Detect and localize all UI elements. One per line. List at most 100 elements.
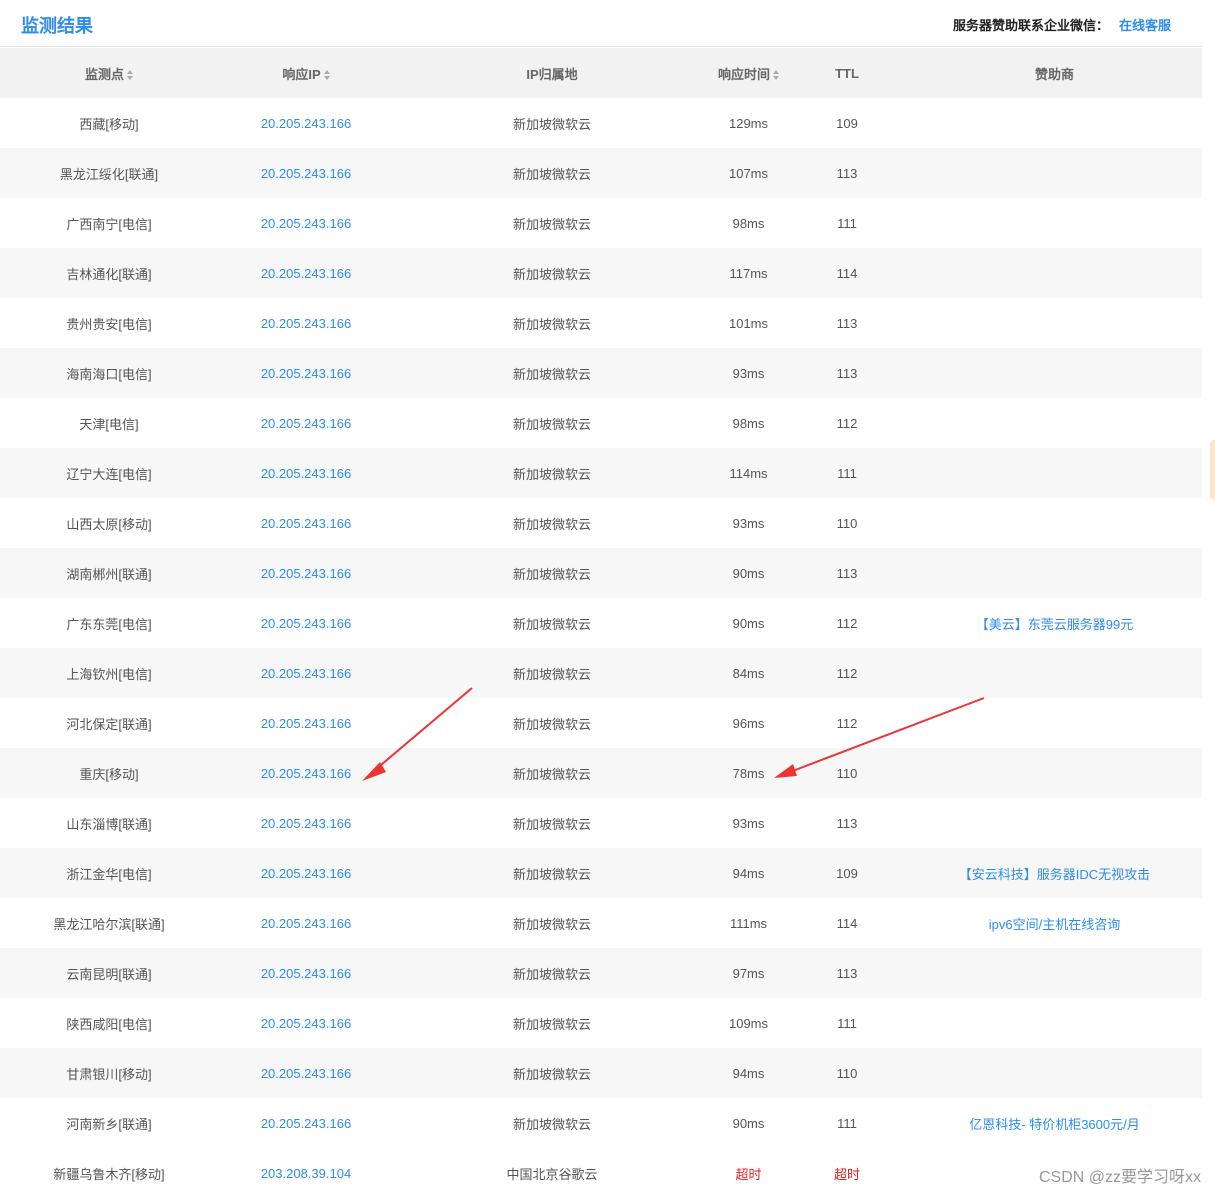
cell-response-ip[interactable]: 20.205.243.166 [218, 148, 394, 198]
table-row: 天津[电信] 20.205.243.166 新加坡微软云 98ms 112 [0, 398, 1202, 448]
cell-response-ip[interactable]: 20.205.243.166 [218, 848, 394, 898]
cell-ttl: 111 [837, 1115, 857, 1131]
cell-ttl: 110 [836, 765, 858, 781]
table-row: 西藏[移动] 20.205.243.166 新加坡微软云 129ms 109 [0, 98, 1202, 148]
cell-monitor-point: 山东淄博[联通] [66, 816, 152, 832]
table-row: 湖南郴州[联通] 20.205.243.166 新加坡微软云 90ms 113 [0, 548, 1202, 598]
cell-response-ip[interactable]: 20.205.243.166 [218, 998, 394, 1048]
cell-response-time: 78ms [732, 765, 765, 781]
side-float-tab[interactable] [1210, 440, 1215, 500]
page-edge [1202, 0, 1215, 1193]
cell-ip-location: 新加坡微软云 [512, 916, 591, 932]
table-row: 重庆[移动] 20.205.243.166 新加坡微软云 78ms 110 [0, 748, 1202, 798]
sort-icon[interactable] [127, 70, 133, 81]
cell-response-time: 109ms [728, 1015, 769, 1031]
cell-ttl: 113 [836, 565, 858, 581]
cell-monitor-point: 云南昆明[联通] [66, 966, 152, 982]
cell-ttl: 109 [836, 115, 858, 131]
cell-response-ip[interactable]: 203.208.39.104 [218, 1148, 394, 1193]
cell-sponsor [907, 248, 1202, 298]
cell-response-ip[interactable]: 20.205.243.166 [218, 398, 394, 448]
sponsor-link[interactable]: 【美云】东莞云服务器99元 [976, 617, 1133, 632]
cell-response-time: 101ms [728, 315, 769, 331]
cell-response-ip[interactable]: 20.205.243.166 [218, 798, 394, 848]
cell-ip-location: 中国北京谷歌云 [506, 1166, 598, 1182]
sponsor-link[interactable]: 亿恩科技- 特价机柜3600元/月 [969, 1117, 1139, 1132]
cell-response-time: 96ms [732, 715, 765, 731]
page-title: 监测结果 [21, 16, 93, 36]
cell-response-ip[interactable]: 20.205.243.166 [218, 898, 394, 948]
table-row: 黑龙江哈尔滨[联通] 20.205.243.166 新加坡微软云 111ms 114 ip… [0, 898, 1202, 948]
cell-sponsor [907, 948, 1202, 998]
cell-ttl: 111 [837, 1015, 857, 1031]
cell-response-ip[interactable]: 20.205.243.166 [218, 1098, 394, 1148]
cell-response-ip[interactable]: 20.205.243.166 [218, 348, 394, 398]
cell-ttl: 110 [836, 515, 858, 531]
results-table: 监测点 响应IP IP归属地 响应时间 TTL 赞助商 西藏[移动] 20.205… [0, 48, 1202, 1193]
cell-response-time: 93ms [732, 365, 765, 381]
sponsor-link[interactable]: ipv6空间/主机在线咨询 [989, 917, 1120, 932]
cell-sponsor [907, 298, 1202, 348]
table-row: 海南海口[电信] 20.205.243.166 新加坡微软云 93ms 113 [0, 348, 1202, 398]
cell-response-ip[interactable]: 20.205.243.166 [218, 598, 394, 648]
cell-monitor-point: 黑龙江绥化[联通] [59, 166, 159, 182]
cell-ip-location: 新加坡微软云 [512, 366, 591, 382]
cell-ip-location: 新加坡微软云 [512, 116, 591, 132]
cell-response-ip[interactable]: 20.205.243.166 [218, 248, 394, 298]
cell-sponsor [907, 348, 1202, 398]
cell-monitor-point: 天津[电信] [79, 416, 139, 432]
cell-ttl: 114 [836, 265, 858, 281]
cell-response-ip[interactable]: 20.205.243.166 [218, 298, 394, 348]
cell-response-ip[interactable]: 20.205.243.166 [218, 748, 394, 798]
table-row: 陕西咸阳[电信] 20.205.243.166 新加坡微软云 109ms 111 [0, 998, 1202, 1048]
column-header-time[interactable]: 响应时间 [710, 48, 787, 98]
cell-ip-location: 新加坡微软云 [512, 516, 591, 532]
table-row: 山东淄博[联通] 20.205.243.166 新加坡微软云 93ms 113 [0, 798, 1202, 848]
monitor-panel: 监测结果 服务器赞助联系企业微信： 在线客服 监测点 响应IP IP归属地 响应时… [0, 0, 1202, 1193]
panel-header: 监测结果 服务器赞助联系企业微信： 在线客服 [0, 0, 1202, 47]
cell-sponsor [907, 648, 1202, 698]
cell-response-ip[interactable]: 20.205.243.166 [218, 198, 394, 248]
cell-sponsor [907, 98, 1202, 148]
cell-response-ip[interactable]: 20.205.243.166 [218, 448, 394, 498]
cell-response-ip[interactable]: 20.205.243.166 [218, 548, 394, 598]
cell-sponsor [907, 798, 1202, 848]
cell-monitor-point: 贵州贵安[电信] [66, 316, 152, 332]
online-support-link[interactable]: 在线客服 [1119, 18, 1171, 33]
table-row: 山西太原[移动] 20.205.243.166 新加坡微软云 93ms 110 [0, 498, 1202, 548]
cell-sponsor [907, 748, 1202, 798]
cell-response-ip[interactable]: 20.205.243.166 [218, 498, 394, 548]
cell-ip-location: 新加坡微软云 [512, 1016, 591, 1032]
cell-response-time: 超时 [735, 1166, 762, 1182]
cell-sponsor [907, 148, 1202, 198]
cell-response-ip[interactable]: 20.205.243.166 [218, 648, 394, 698]
column-header-point[interactable]: 监测点 [0, 48, 218, 98]
cell-ttl: 111 [837, 465, 857, 481]
cell-ttl: 113 [836, 965, 858, 981]
sort-icon[interactable] [323, 70, 330, 81]
cell-response-time: 93ms [732, 815, 765, 831]
cell-sponsor [907, 398, 1202, 448]
cell-sponsor [907, 448, 1202, 498]
cell-response-ip[interactable]: 20.205.243.166 [218, 98, 394, 148]
table-row: 广西南宁[电信] 20.205.243.166 新加坡微软云 98ms 111 [0, 198, 1202, 248]
table-row: 广东东莞[电信] 20.205.243.166 新加坡微软云 90ms 112 【美云】东… [0, 598, 1202, 648]
cell-monitor-point: 新疆乌鲁木齐[移动] [53, 1166, 165, 1182]
cell-monitor-point: 辽宁大连[电信] [66, 466, 152, 482]
cell-ttl: 113 [836, 165, 858, 181]
cell-response-time: 90ms [732, 615, 765, 631]
cell-response-ip[interactable]: 20.205.243.166 [218, 1048, 394, 1098]
column-header-ip[interactable]: 响应IP [218, 48, 394, 98]
cell-ip-location: 新加坡微软云 [512, 216, 591, 232]
column-header-ttl: TTL [835, 65, 859, 81]
cell-response-ip[interactable]: 20.205.243.166 [218, 948, 394, 998]
table-row: 云南昆明[联通] 20.205.243.166 新加坡微软云 97ms 113 [0, 948, 1202, 998]
table-row: 浙江金华[电信] 20.205.243.166 新加坡微软云 94ms 109 【安云科技… [0, 848, 1202, 898]
cell-monitor-point: 山西太原[移动] [66, 516, 152, 532]
cell-response-time: 93ms [732, 515, 765, 531]
cell-sponsor: 【安云科技】服务器IDC无视攻击 [907, 848, 1202, 898]
sort-icon[interactable] [773, 70, 779, 81]
cell-response-ip[interactable]: 20.205.243.166 [218, 698, 394, 748]
sponsor-link[interactable]: 【安云科技】服务器IDC无视攻击 [959, 867, 1150, 882]
cell-monitor-point: 广西南宁[电信] [66, 216, 152, 232]
